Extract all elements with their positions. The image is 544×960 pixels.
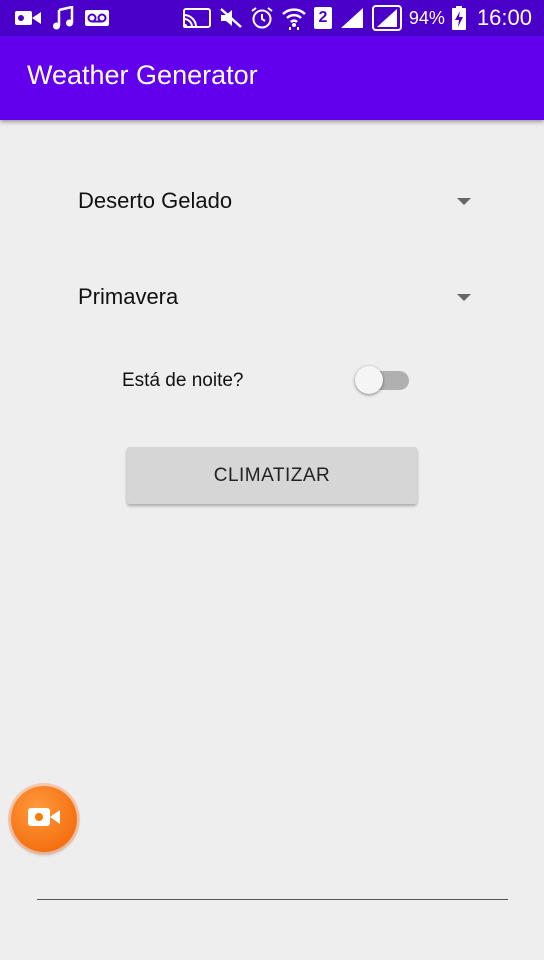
status-time: 16:00	[476, 5, 532, 30]
wifi-icon	[281, 6, 307, 30]
bottom-divider	[37, 899, 508, 900]
biome-spinner[interactable]: Deserto Gelado	[78, 178, 478, 228]
dropdown-arrow-icon	[457, 294, 471, 301]
status-notifications	[14, 0, 110, 36]
app-bar: Weather Generator	[0, 36, 544, 120]
cast-icon	[182, 7, 212, 29]
season-spinner-value: Primavera	[78, 284, 179, 309]
music-note-icon	[52, 6, 74, 30]
battery-percent: 94%	[408, 7, 445, 28]
signal-icon	[371, 5, 402, 31]
climatizar-button[interactable]: CLIMATIZAR	[127, 447, 417, 504]
sim-2-icon: 2	[313, 7, 332, 29]
alarm-icon	[250, 6, 274, 30]
season-spinner[interactable]: Primavera	[78, 274, 478, 324]
app-title: Weather Generator	[27, 60, 258, 90]
dropdown-arrow-icon	[457, 198, 471, 205]
sim-badge-text: 2	[318, 9, 328, 26]
video-camera-icon	[14, 8, 42, 28]
screen-recorder-button[interactable]	[11, 786, 77, 852]
switch-thumb[interactable]	[355, 366, 383, 394]
voicemail-icon	[84, 8, 110, 28]
signal-icon	[339, 6, 365, 30]
battery-charging-icon	[451, 6, 466, 30]
status-bar: 2 94% 16:00	[0, 0, 544, 36]
night-switch-label: Está de noite?	[122, 370, 244, 391]
status-system-icons: 2 94% 16:00	[182, 0, 532, 36]
mute-icon	[219, 7, 243, 29]
video-camera-icon	[27, 806, 61, 833]
biome-spinner-value: Deserto Gelado	[78, 188, 233, 213]
